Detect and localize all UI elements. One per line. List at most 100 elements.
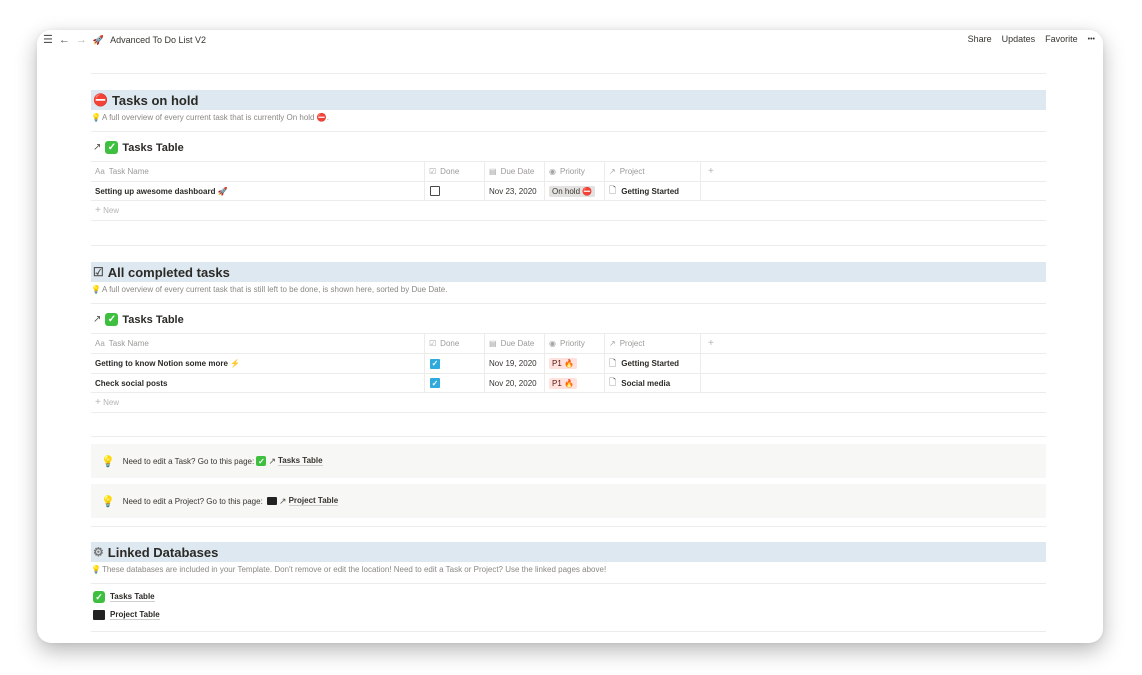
page-title[interactable]: Advanced To Do List V2 xyxy=(110,35,206,45)
priority-cell[interactable]: P1 🔥 xyxy=(545,354,605,373)
priority-tag: P1 🔥 xyxy=(549,358,577,369)
plus-icon: + xyxy=(95,397,101,408)
share-button[interactable]: Share xyxy=(968,34,992,44)
task-name-cell[interactable]: Getting to know Notion some more ⚡ xyxy=(91,354,425,373)
done-cell[interactable] xyxy=(425,182,485,200)
tasks-table-on-hold: Aa Task Name ☑ Done ▤ Due Date ◉ Priority ↗ P… xyxy=(91,161,1046,221)
page-icon: 🗋 xyxy=(609,377,617,387)
plus-icon: + xyxy=(95,205,101,216)
favorite-button[interactable]: Favorite xyxy=(1045,34,1078,44)
laptop-icon xyxy=(93,610,105,620)
check-mark-icon: ✓ xyxy=(256,456,267,466)
lightbulb-icon: 💡 xyxy=(101,455,115,468)
checkbox-type-icon: ☑ xyxy=(429,167,437,176)
db-label[interactable]: Tasks Table xyxy=(110,592,155,602)
priority-cell[interactable]: P1 🔥 xyxy=(545,374,605,392)
empty-cell xyxy=(701,182,1046,200)
section-heading-linked: ⚙ Linked Databases xyxy=(91,542,1046,562)
due-date-cell[interactable]: Nov 19, 2020 xyxy=(485,354,545,373)
table-header: Aa Task Name ☑ Done ▤ Due Date ◉ Priority ↗ P… xyxy=(91,333,1046,353)
table-row[interactable]: Getting to know Notion some more ⚡ ✓ Nov… xyxy=(91,353,1046,373)
section-heading-completed: ☑ All completed tasks xyxy=(91,262,1046,282)
column-header-task-name[interactable]: Aa Task Name xyxy=(91,334,425,353)
lightbulb-icon: 💡 xyxy=(91,113,101,122)
due-date-cell[interactable]: Nov 20, 2020 xyxy=(485,374,545,392)
table-header: Aa Task Name ☑ Done ▤ Due Date ◉ Priority ↗ P… xyxy=(91,161,1046,181)
add-column-button[interactable]: + xyxy=(701,162,1046,181)
empty-cell xyxy=(701,354,1046,373)
tasks-table-link[interactable]: Tasks Table xyxy=(277,456,323,466)
no-entry-icon: ⛔ xyxy=(93,93,108,107)
top-bar: ☰ ← → 🚀 Advanced To Do List V2 Share Upd… xyxy=(37,30,1103,52)
linked-db-tasks-table[interactable]: ✓ Tasks Table xyxy=(93,591,155,603)
column-header-priority[interactable]: ◉ Priority xyxy=(545,334,605,353)
done-checkbox[interactable]: ✓ xyxy=(430,378,440,388)
column-header-due-date[interactable]: ▤ Due Date xyxy=(485,334,545,353)
more-options-icon[interactable]: ••• xyxy=(1088,36,1095,43)
linked-db-project-table[interactable]: Project Table xyxy=(93,610,160,620)
divider xyxy=(91,245,1046,246)
db-label[interactable]: Project Table xyxy=(110,610,160,620)
divider xyxy=(91,526,1046,527)
table-row[interactable]: Setting up awesome dashboard 🚀 Nov 23, 2… xyxy=(91,181,1046,201)
tasks-table-completed: Aa Task Name ☑ Done ▤ Due Date ◉ Priority ↗ P… xyxy=(91,333,1046,413)
project-cell[interactable]: 🗋 Social media xyxy=(605,374,701,392)
project-cell[interactable]: 🗋 Getting Started xyxy=(605,354,701,373)
project-table-link[interactable]: Project Table xyxy=(288,496,339,506)
done-cell[interactable]: ✓ xyxy=(425,374,485,392)
callout-edit-task: 💡 Need to edit a Task? Go to this page: … xyxy=(91,444,1046,478)
project-link[interactable]: Getting Started xyxy=(621,187,679,196)
project-link[interactable]: Social media xyxy=(621,379,670,388)
new-row-button[interactable]: + New xyxy=(91,201,1046,221)
arrow-left-icon[interactable]: ← xyxy=(59,34,70,46)
page-icon: 🗋 xyxy=(609,185,617,195)
new-row-button[interactable]: + New xyxy=(91,393,1046,413)
heading-text: All completed tasks xyxy=(107,264,230,280)
select-type-icon: ◉ xyxy=(549,339,556,348)
arrow-right-icon[interactable]: → xyxy=(76,34,87,46)
due-date-cell[interactable]: Nov 23, 2020 xyxy=(485,182,545,200)
task-name-cell[interactable]: Check social posts xyxy=(91,374,425,392)
column-header-done[interactable]: ☑ Done xyxy=(425,162,485,181)
done-cell[interactable]: ✓ xyxy=(425,354,485,373)
done-checkbox[interactable] xyxy=(430,186,440,196)
project-cell[interactable]: 🗋 Getting Started xyxy=(605,182,701,200)
app-window: ☰ ← → 🚀 Advanced To Do List V2 Share Upd… xyxy=(37,30,1103,643)
laptop-icon xyxy=(267,497,278,505)
lightbulb-icon: 💡 xyxy=(91,565,101,574)
description-text: A full overview of every current task th… xyxy=(101,285,448,294)
hamburger-menu-icon[interactable]: ☰ xyxy=(43,34,53,46)
lightbulb-icon: 💡 xyxy=(101,495,115,508)
check-mark-icon: ✓ xyxy=(105,141,119,154)
callout-text: Need to edit a Task? Go to this page: xyxy=(122,456,255,466)
gear-icon: ⚙ xyxy=(93,545,104,559)
table-row[interactable]: Check social posts ✓ Nov 20, 2020 P1 🔥 🗋… xyxy=(91,373,1046,393)
calendar-icon: ▤ xyxy=(489,339,497,348)
column-header-due-date[interactable]: ▤ Due Date xyxy=(485,162,545,181)
divider xyxy=(91,131,1046,132)
link-arrow-icon: ↗ xyxy=(279,495,287,506)
updates-button[interactable]: Updates xyxy=(1002,34,1036,44)
divider xyxy=(91,631,1046,632)
relation-icon: ↗ xyxy=(609,339,616,348)
linked-table-title[interactable]: ↗ ✓ Tasks Table xyxy=(93,313,184,326)
linked-table-title[interactable]: ↗ ✓ Tasks Table xyxy=(93,141,184,154)
column-header-priority[interactable]: ◉ Priority xyxy=(545,162,605,181)
callout-text: Need to edit a Project? Go to this page: xyxy=(122,496,263,506)
column-header-task-name[interactable]: Aa Task Name xyxy=(91,162,425,181)
link-arrow-icon: ↗ xyxy=(93,314,102,325)
column-header-project[interactable]: ↗ Project xyxy=(605,334,701,353)
add-column-button[interactable]: + xyxy=(701,334,1046,353)
column-header-done[interactable]: ☑ Done xyxy=(425,334,485,353)
priority-cell[interactable]: On hold ⛔ xyxy=(545,182,605,200)
column-header-project[interactable]: ↗ Project xyxy=(605,162,701,181)
project-link[interactable]: Getting Started xyxy=(621,359,679,368)
link-arrow-icon: ↗ xyxy=(93,142,102,153)
done-checkbox[interactable]: ✓ xyxy=(430,358,440,369)
priority-tag: On hold ⛔ xyxy=(549,185,596,197)
table-title-text: Tasks Table xyxy=(122,141,184,154)
task-name-cell[interactable]: Setting up awesome dashboard 🚀 xyxy=(91,182,425,200)
section-heading-on-hold: ⛔ Tasks on hold xyxy=(91,90,1046,110)
priority-tag: P1 🔥 xyxy=(549,377,577,389)
divider xyxy=(91,436,1046,437)
